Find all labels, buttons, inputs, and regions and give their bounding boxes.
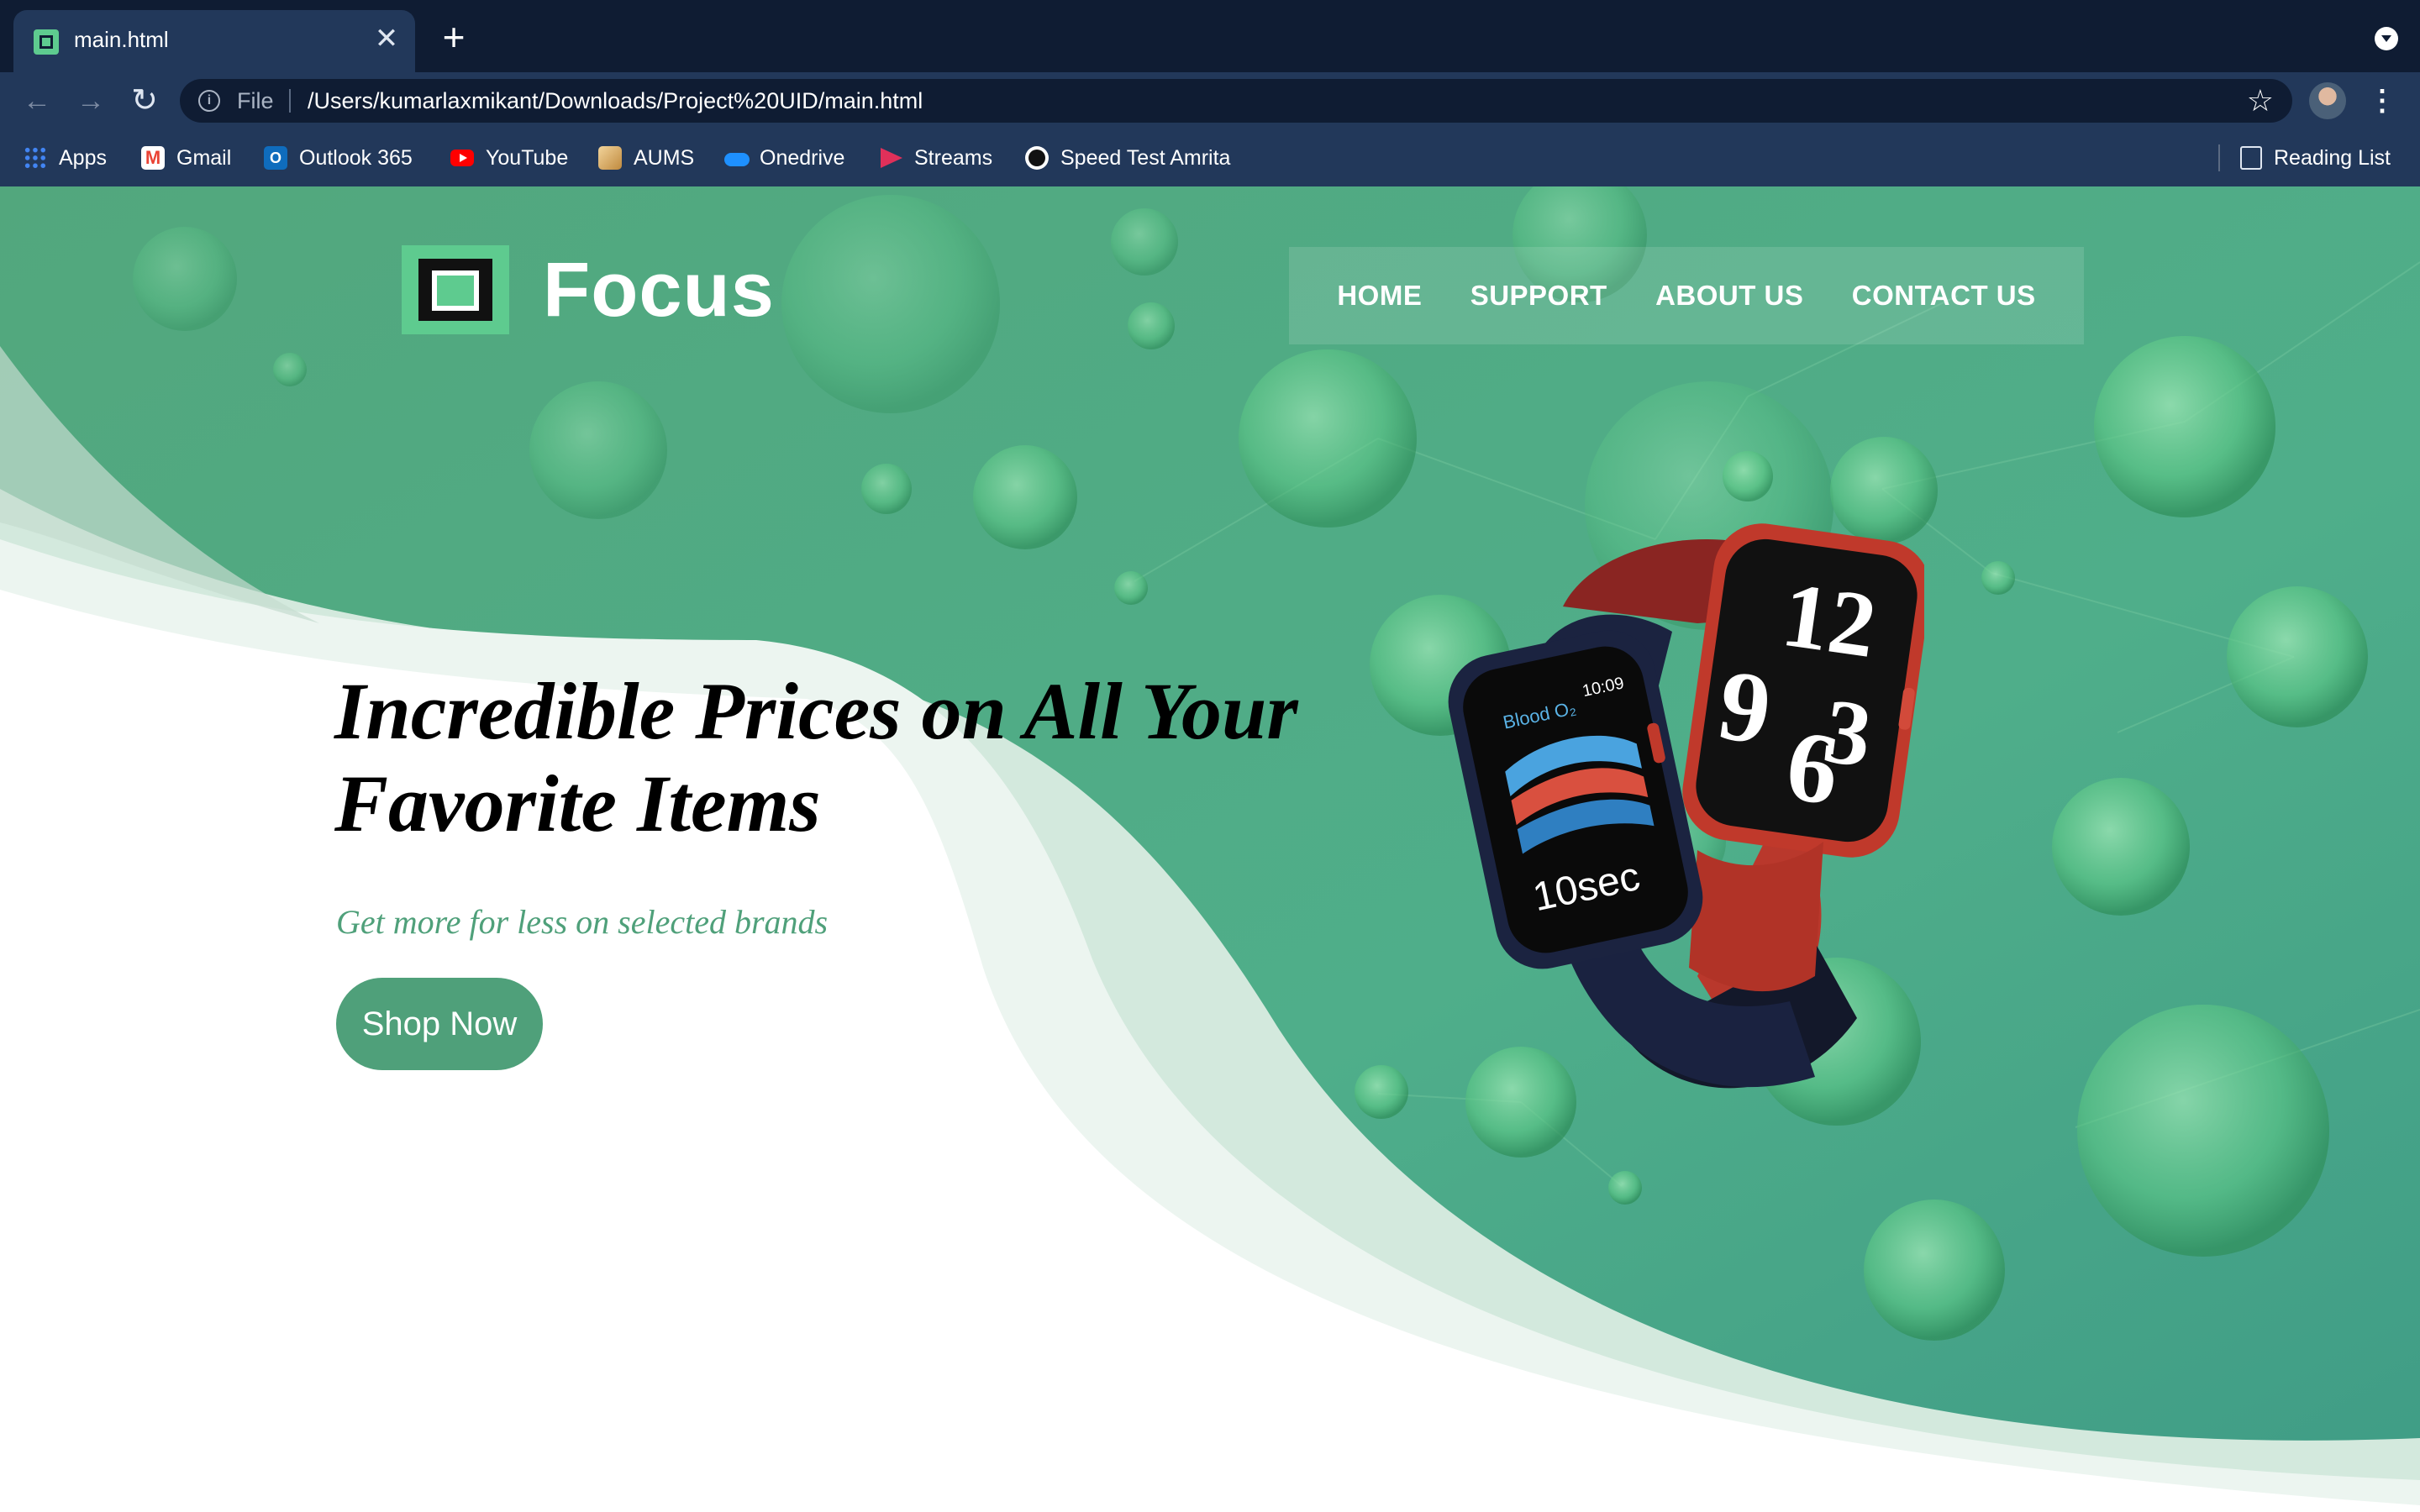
bookmark-youtube[interactable]: YouTube <box>450 129 568 186</box>
bookmark-aums[interactable]: AUMS <box>598 129 694 186</box>
reading-list-label: Reading List <box>2274 145 2391 170</box>
bookmark-label: Speed Test Amrita <box>1060 145 1231 170</box>
bookmark-label: AUMS <box>634 145 695 170</box>
bookmarks-bar: Apps Gmail Outlook 365 YouTube AUMS Oned… <box>0 129 2420 186</box>
bookmark-outlook[interactable]: Outlook 365 <box>264 129 413 186</box>
main-nav: HOME SUPPORT ABOUT US CONTACT US <box>1289 247 2084 344</box>
smartwatch-image: Blood O₂ 10:09 10sec 12 9 6 3 <box>1448 523 1924 1089</box>
gmail-icon <box>141 146 165 170</box>
apps-grid-icon <box>24 146 47 170</box>
tab-title: main.html <box>74 27 169 52</box>
address-bar[interactable]: i File /Users/kumarlaxmikant/Downloads/P… <box>180 79 2292 123</box>
hero-subheadline: Get more for less on selected brands <box>336 903 829 941</box>
nav-support[interactable]: SUPPORT <box>1470 280 1607 312</box>
bookmarks-divider <box>2218 144 2220 171</box>
bookmark-label: Apps <box>59 145 107 170</box>
bookmark-streams[interactable]: Streams <box>879 129 992 186</box>
nav-about-us[interactable]: ABOUT US <box>1655 280 1803 312</box>
reload-icon[interactable]: ↻ <box>128 84 161 118</box>
bookmark-label: Onedrive <box>760 145 845 170</box>
tab-strip: main.html ✕ + <box>0 0 2420 72</box>
brand-name: Focus <box>543 246 775 333</box>
browser-toolbar: ← → ↻ i File /Users/kumarlaxmikant/Downl… <box>0 72 2420 129</box>
nav-contact-us[interactable]: CONTACT US <box>1852 280 2036 312</box>
url-divider <box>289 89 291 113</box>
bookmark-onedrive[interactable]: Onedrive <box>724 129 844 186</box>
streams-icon <box>879 146 902 170</box>
bookmark-label: YouTube <box>486 145 569 170</box>
url-text[interactable]: /Users/kumarlaxmikant/Downloads/Project%… <box>308 88 923 114</box>
aums-icon <box>598 146 622 170</box>
youtube-icon <box>450 150 474 166</box>
new-tab-icon[interactable]: + <box>435 18 472 56</box>
tab-close-icon[interactable]: ✕ <box>370 22 403 55</box>
forward-icon[interactable]: → <box>74 84 108 118</box>
browser-menu-icon[interactable]: ⋮ <box>2368 82 2396 119</box>
bookmark-apps[interactable]: Apps <box>24 129 107 186</box>
bookmark-gmail[interactable]: Gmail <box>141 129 231 186</box>
site-info-icon[interactable]: i <box>198 90 220 112</box>
onedrive-icon <box>724 146 750 170</box>
bookmark-speedtest[interactable]: Speed Test Amrita <box>1025 129 1230 186</box>
brand-logo[interactable]: Focus <box>402 245 775 334</box>
url-scheme-label: File <box>237 88 274 113</box>
outlook-icon <box>264 146 287 170</box>
browser-tab[interactable]: main.html ✕ <box>13 10 415 72</box>
nav-home[interactable]: HOME <box>1337 280 1422 312</box>
reading-list-icon <box>2240 146 2262 170</box>
bookmark-label: Gmail <box>176 145 232 170</box>
tab-search-icon[interactable] <box>2375 27 2398 50</box>
page-viewport: Focus HOME SUPPORT ABOUT US CONTACT US I… <box>0 186 2420 1512</box>
back-icon[interactable]: ← <box>20 84 54 118</box>
focus-logo-icon <box>402 245 509 334</box>
watch-numeral-12: 12 <box>1776 563 1882 677</box>
tab-favicon-icon <box>34 29 59 55</box>
profile-avatar[interactable] <box>2309 82 2346 119</box>
hero-headline: Incredible Prices on All Your Favorite I… <box>334 666 1298 848</box>
bookmark-label: Streams <box>914 145 993 170</box>
bookmark-star-icon[interactable]: ☆ <box>2247 83 2274 118</box>
reading-list-button[interactable]: Reading List <box>2240 129 2391 186</box>
speedtest-icon <box>1025 146 1049 170</box>
shop-now-button[interactable]: Shop Now <box>336 978 543 1070</box>
bookmark-label: Outlook 365 <box>299 145 413 170</box>
